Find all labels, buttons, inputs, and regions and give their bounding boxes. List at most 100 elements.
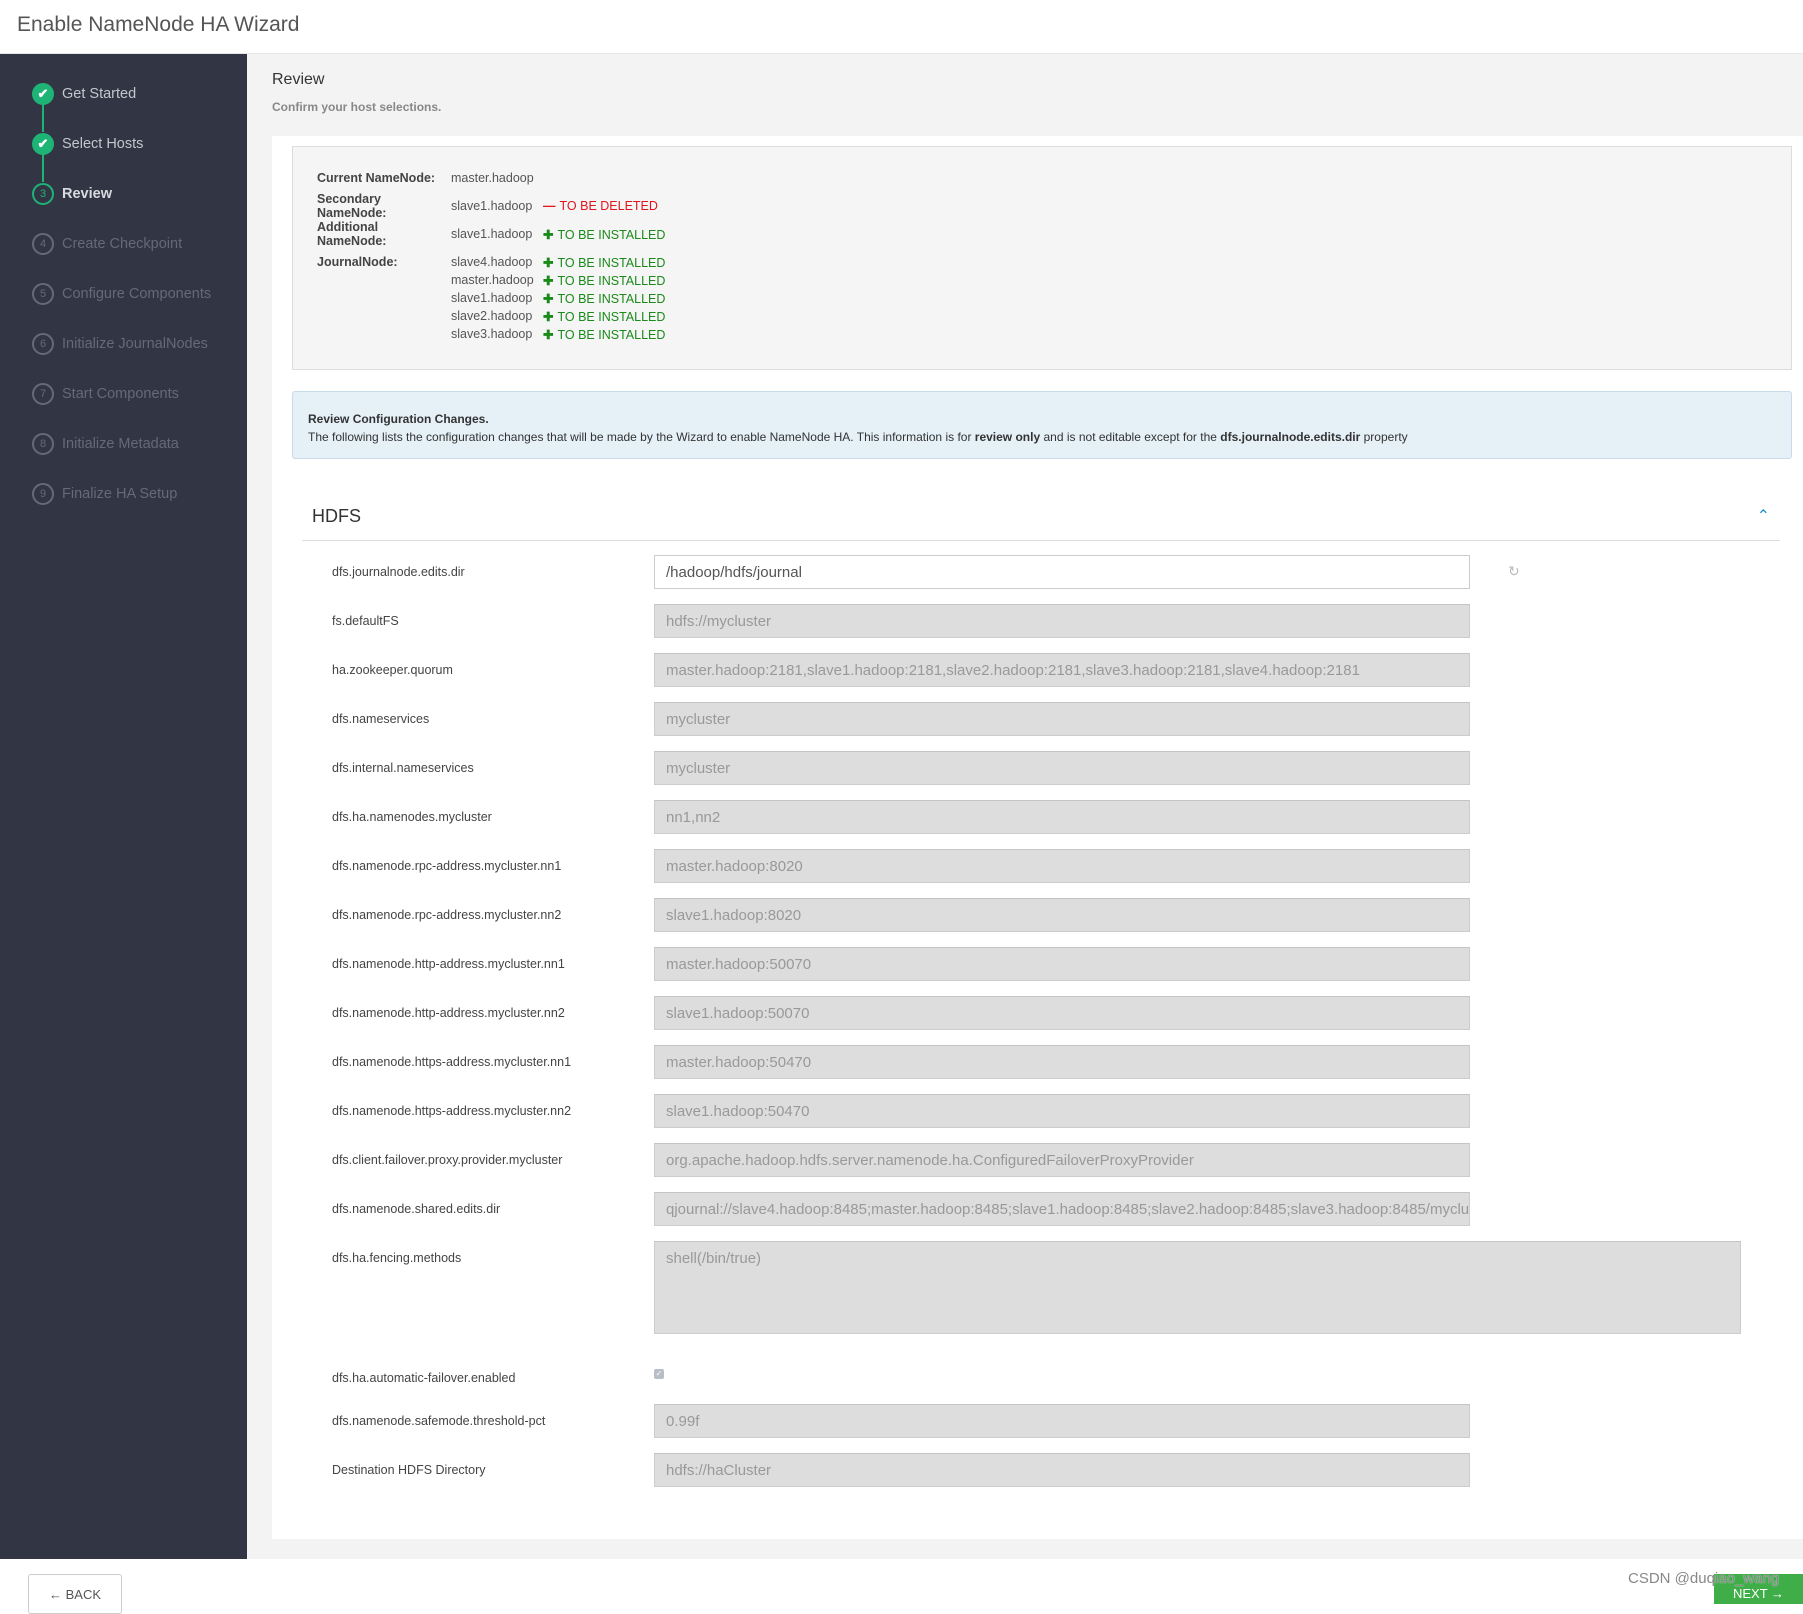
host-status: ✚ TO BE INSTALLED	[543, 255, 665, 270]
config-name: dfs.internal.nameservices	[332, 761, 474, 775]
config-value-input[interactable]: slave1.hadoop:50470	[654, 1094, 1470, 1128]
alert-text-part: and is not editable except for the	[1040, 430, 1221, 444]
config-name: dfs.namenode.http-address.mycluster.nn2	[332, 1006, 565, 1020]
host-list: master.hadoop	[451, 169, 543, 187]
config-row: dfs.client.failover.proxy.provider.myclu…	[272, 1143, 1803, 1192]
config-name: dfs.namenode.https-address.mycluster.nn1	[332, 1055, 572, 1069]
config-row: dfs.namenode.https-address.mycluster.nn1…	[272, 1045, 1803, 1094]
config-row: dfs.namenode.rpc-address.mycluster.nn2 sl…	[272, 898, 1803, 947]
config-value-input[interactable]: master.hadoop:50070	[654, 947, 1470, 981]
config-name: dfs.client.failover.proxy.provider.myclu…	[332, 1153, 563, 1167]
wizard-step-3[interactable]: 3 Review	[32, 182, 112, 206]
step-label: Get Started	[62, 86, 137, 102]
config-name: Destination HDFS Directory	[332, 1463, 486, 1477]
step-number: 8	[32, 433, 54, 455]
alert-text-part: The following lists the configuration ch…	[308, 430, 975, 444]
config-value-input[interactable]: 0.99f	[654, 1404, 1470, 1438]
host-list: slave4.hadoop ✚ TO BE INSTALLED master.hado…	[451, 253, 665, 343]
step-label: Initialize Metadata	[62, 436, 179, 452]
host-name: slave2.hadoop	[451, 309, 533, 323]
step-label: Start Components	[62, 386, 179, 402]
step-label: Finalize HA Setup	[62, 486, 178, 502]
chevron-up-icon[interactable]: ⌃	[1757, 506, 1770, 526]
host-selections: Current NameNode: master.hadoop Secondary …	[292, 146, 1792, 370]
config-name: dfs.ha.fencing.methods	[332, 1251, 462, 1265]
step-number: 9	[32, 483, 54, 505]
config-value-input[interactable]: hdfs://haCluster	[654, 1453, 1470, 1487]
alert-bold: dfs.journalnode.edits.dir	[1220, 430, 1361, 444]
status-text: TO BE INSTALLED	[557, 255, 666, 270]
config-name: dfs.namenode.shared.edits.dir	[332, 1202, 501, 1216]
wizard-step-2[interactable]: ✔ Select Hosts	[32, 132, 143, 156]
config-value-input[interactable]: mycluster	[654, 751, 1470, 785]
wizard-step-9: 9 Finalize HA Setup	[32, 482, 177, 506]
wizard-step-7: 7 Start Components	[32, 382, 179, 406]
config-value-input[interactable]: qjournal://slave4.hadoop:8485;master.had…	[654, 1192, 1470, 1226]
config-checkbox[interactable]: ✓	[654, 1369, 664, 1379]
step-label: Configure Components	[62, 286, 212, 302]
host-status: ✚ TO BE INSTALLED	[543, 327, 665, 342]
host-role-label: Additional NameNode:	[317, 220, 387, 248]
config-value-input[interactable]: /hadoop/hdfs/journal	[654, 555, 1470, 589]
step-number: 4	[32, 233, 54, 255]
step-number: 3	[32, 183, 54, 205]
host-entry: slave1.hadoop ✚ TO BE INSTALLED	[451, 289, 665, 307]
hdfs-section-header[interactable]: HDFS ⌃	[302, 496, 1780, 541]
host-status: ✚ TO BE INSTALLED	[543, 227, 665, 242]
config-row: dfs.namenode.https-address.mycluster.nn2…	[272, 1094, 1803, 1143]
host-row: Current NameNode: master.hadoop	[317, 169, 543, 187]
back-button[interactable]: ← BACK	[28, 1574, 122, 1614]
config-name: dfs.namenode.rpc-address.mycluster.nn2	[332, 908, 562, 922]
plus-icon: ✚	[543, 327, 554, 342]
config-row: ha.zookeeper.quorum master.hadoop:2181,sl…	[272, 653, 1803, 702]
plus-icon: ✚	[543, 255, 554, 270]
wizard-step-8: 8 Initialize Metadata	[32, 432, 179, 456]
host-name: slave1.hadoop	[451, 291, 533, 305]
config-row: dfs.namenode.shared.edits.dir qjournal://…	[272, 1192, 1803, 1241]
wizard-step-6: 6 Initialize JournalNodes	[32, 332, 208, 356]
host-status: ✚ TO BE INSTALLED	[543, 291, 665, 306]
plus-icon: ✚	[543, 227, 554, 242]
config-row: dfs.namenode.http-address.mycluster.nn1 m…	[272, 947, 1803, 996]
minus-icon: —	[543, 199, 556, 213]
step-label: Select Hosts	[62, 136, 144, 152]
wizard-title: Enable NameNode HA Wizard	[17, 13, 300, 36]
config-list: dfs.journalnode.edits.dir/hadoop/hdfs/jo…	[272, 555, 1803, 1502]
plus-icon: ✚	[543, 309, 554, 324]
step-connector	[42, 104, 44, 132]
config-name: dfs.namenode.safemode.threshold-pct	[332, 1414, 546, 1428]
host-entry: slave4.hadoop ✚ TO BE INSTALLED	[451, 253, 665, 271]
config-row: dfs.ha.automatic-failover.enabled ✓	[272, 1361, 1803, 1404]
review-panel: Current NameNode: master.hadoop Secondary …	[272, 136, 1803, 1539]
host-entry: slave2.hadoop ✚ TO BE INSTALLED	[451, 307, 665, 325]
config-value-input[interactable]: mycluster	[654, 702, 1470, 736]
config-value-input[interactable]: slave1.hadoop:50070	[654, 996, 1470, 1030]
step-number: 6	[32, 333, 54, 355]
host-role-label: JournalNode:	[317, 255, 398, 269]
wizard-step-5: 5 Configure Components	[32, 282, 211, 306]
config-value-textarea[interactable]: shell(/bin/true)	[654, 1241, 1741, 1334]
host-name: master.hadoop	[451, 273, 534, 287]
config-changes-alert: Review Configuration Changes. The follow…	[292, 391, 1792, 459]
config-value-input[interactable]: master.hadoop:50470	[654, 1045, 1470, 1079]
config-value-input[interactable]: org.apache.hadoop.hdfs.server.namenode.h…	[654, 1143, 1470, 1177]
config-value-input[interactable]: hdfs://mycluster	[654, 604, 1470, 638]
config-value-input[interactable]: nn1,nn2	[654, 800, 1470, 834]
config-value-input[interactable]: master.hadoop:2181,slave1.hadoop:2181,sl…	[654, 653, 1470, 687]
host-row: Secondary NameNode: slave1.hadoop — TO BE D…	[317, 192, 658, 220]
status-text: TO BE INSTALLED	[557, 327, 666, 342]
config-row: dfs.ha.namenodes.mycluster nn1,nn2	[272, 800, 1803, 849]
status-text: TO BE INSTALLED	[557, 273, 666, 288]
host-row: JournalNode: slave4.hadoop ✚ TO BE INSTALLE…	[317, 253, 665, 343]
page-subtitle: Confirm your host selections.	[272, 100, 442, 114]
wizard-step-1[interactable]: ✔ Get Started	[32, 82, 136, 106]
config-value-input[interactable]: slave1.hadoop:8020	[654, 898, 1470, 932]
config-row: Destination HDFS Directory hdfs://haClust…	[272, 1453, 1803, 1502]
config-row: dfs.ha.fencing.methods shell(/bin/true)	[272, 1241, 1803, 1361]
step-number: 7	[32, 383, 54, 405]
config-value-input[interactable]: master.hadoop:8020	[654, 849, 1470, 883]
config-name: dfs.namenode.http-address.mycluster.nn1	[332, 957, 565, 971]
refresh-icon[interactable]: ↻	[1508, 563, 1520, 580]
host-list: slave1.hadoop ✚ TO BE INSTALLED	[451, 225, 665, 243]
config-name: dfs.ha.automatic-failover.enabled	[332, 1371, 516, 1385]
